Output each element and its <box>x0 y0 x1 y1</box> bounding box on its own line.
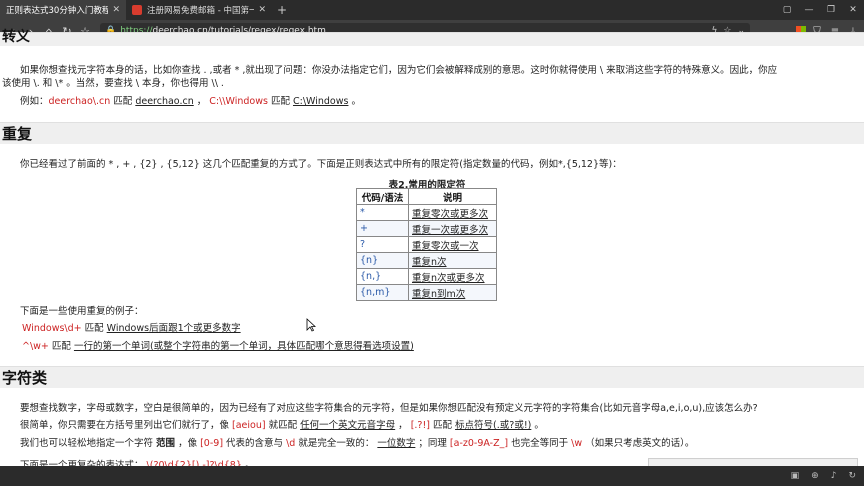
table-row: * 重复零次或更多次 <box>356 204 497 221</box>
charclass-line1: 要想查找数字，字母或数字，空白是很简单的，因为已经有了对应这些字符集合的元字符，… <box>20 403 758 414</box>
regex-code: [.?!] <box>410 420 430 431</box>
table-cell-code: + <box>356 220 409 237</box>
sound-icon[interactable]: ♪ <box>831 471 837 481</box>
close-window-icon[interactable]: ✕ <box>842 0 864 20</box>
zoom-icon[interactable]: ⊕ <box>811 471 819 481</box>
repeat-example-2: ^\w+ 匹配 一行的第一个单词(或整个字符串的第一个单词，具体匹配哪个意思得看… <box>22 341 414 352</box>
match-desc: 任何一个英文元音字母 <box>300 420 396 431</box>
repeat-example-1: Windows\d+ 匹配 Windows后面跟1个或更多数字 <box>22 323 241 334</box>
tab-regex-tutorial[interactable]: 正则表达式30分钟入门教程 ✕ <box>0 0 126 20</box>
tab-bar: 正则表达式30分钟入门教程 ✕ 注册网易免费邮箱 - 中国第一 ✕ + ▢ — … <box>0 0 864 20</box>
close-icon[interactable]: ✕ <box>258 5 266 15</box>
regex-code: [0-9] <box>200 438 224 449</box>
regex-code: \w <box>571 438 583 449</box>
minimize-icon[interactable]: — <box>798 0 820 20</box>
column-header: 代码/语法 <box>356 188 409 205</box>
tab-title: 注册网易免费邮箱 - 中国第一 <box>147 6 255 16</box>
repeat-examples-intro: 下面是一些使用重复的例子： <box>20 306 144 317</box>
escape-paragraph-line1: 如果你想查找元字符本身的话，比如你查找 . ,或者 * ,就出现了问题：你没办法… <box>20 65 778 76</box>
table-cell-code: {n} <box>356 252 409 269</box>
section-heading-escape: 转义 <box>0 30 864 46</box>
new-tab-icon[interactable]: + <box>272 0 292 20</box>
mouse-pointer-icon <box>306 318 316 332</box>
match-text: deerchao.cn <box>135 96 194 107</box>
section-heading-repeat: 重复 <box>0 122 864 144</box>
regex-code: deerchao\.cn <box>48 96 111 107</box>
page-content: 转义 如果你想查找元字符本身的话，比如你查找 . ,或者 * ,就出现了问题：你… <box>0 30 864 486</box>
match-desc: 标点符号(.或?或!) <box>455 420 532 431</box>
regex-code: C:\\Windows <box>209 96 268 107</box>
regex-code: Windows\d+ <box>22 323 82 334</box>
table-cell-desc: 重复零次或更多次 <box>408 204 497 221</box>
repeat-intro: 你已经看过了前面的 * , + , {2} , {5,12} 这几个匹配重复的方… <box>20 159 622 170</box>
table-cell-desc: 重复n到m次 <box>408 284 497 301</box>
table-header-row: 代码/语法 说明 <box>356 188 497 205</box>
status-bar: ▣ ⊕ ♪ ↻ <box>0 466 864 486</box>
match-desc: Windows后面跟1个或更多数字 <box>106 323 241 334</box>
table-cell-code: {n,m} <box>356 284 409 301</box>
netease-favicon-icon <box>132 5 142 15</box>
tab-netease-mail[interactable]: 注册网易免费邮箱 - 中国第一 ✕ <box>126 0 272 20</box>
escape-examples: 例如：deerchao\.cn 匹配 deerchao.cn ， C:\\Win… <box>20 96 361 107</box>
quantifier-table: 代码/语法 说明 * 重复零次或更多次 + 重复一次或更多次 ? 重复零次或一次 {n… <box>356 188 497 301</box>
screenshot-icon[interactable]: ▣ <box>791 471 800 481</box>
tab-title: 正则表达式30分钟入门教程 <box>6 6 109 16</box>
regex-code: \d <box>286 438 296 449</box>
tab-search-icon[interactable]: ▢ <box>776 0 798 20</box>
table-cell-desc: 重复n次 <box>408 252 497 269</box>
table-row: {n,} 重复n次或更多次 <box>356 268 497 285</box>
match-text: C:\Windows <box>292 96 349 107</box>
table-cell-desc: 重复n次或更多次 <box>408 268 497 285</box>
refresh-icon[interactable]: ↻ <box>848 471 856 481</box>
table-cell-desc: 重复一次或更多次 <box>408 220 497 237</box>
section-heading-charclass: 字符类 <box>0 366 864 388</box>
regex-code: [a-z0-9A-Z_] <box>449 438 509 449</box>
match-desc: 一行的第一个单词(或整个字符串的第一个单词，具体匹配哪个意思得看选项设置) <box>73 341 414 352</box>
table-row: ? 重复零次或一次 <box>356 236 497 253</box>
charclass-line2: 很简单，你只需要在方括号里列出它们就行了，像 [aeiou] 就匹配 任何一个英… <box>20 420 544 431</box>
window-controls: ▢ — ❐ ✕ <box>776 0 864 20</box>
table-row: + 重复一次或更多次 <box>356 220 497 237</box>
close-icon[interactable]: ✕ <box>112 5 120 15</box>
table-cell-code: * <box>356 204 409 221</box>
restore-icon[interactable]: ❐ <box>820 0 842 20</box>
table-cell-code: ? <box>356 236 409 253</box>
column-header: 说明 <box>408 188 497 205</box>
table-cell-code: {n,} <box>356 268 409 285</box>
table-row: {n,m} 重复n到m次 <box>356 284 497 301</box>
charclass-line3: 我们也可以轻松地指定一个字符 范围 ，像 [0-9] 代表的含意与 \d 就是完… <box>20 438 695 449</box>
regex-code: [aeiou] <box>232 420 266 431</box>
match-desc: 一位数字 <box>377 438 416 449</box>
table-cell-desc: 重复零次或一次 <box>408 236 497 253</box>
table-row: {n} 重复n次 <box>356 252 497 269</box>
regex-code: ^\w+ <box>22 341 49 352</box>
escape-paragraph-line2: 该使用 \. 和 \* 。当然，要查找 \ 本身，你也得用 \\ . <box>2 78 224 89</box>
